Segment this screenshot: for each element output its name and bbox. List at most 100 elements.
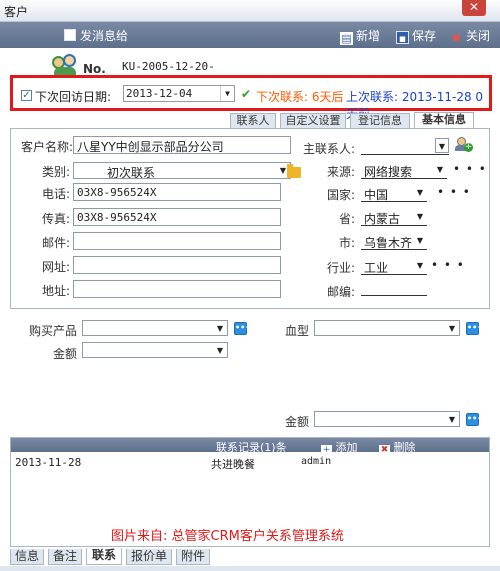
amount-label: 金额 [52,347,77,361]
main-contact-select[interactable]: ▼ [361,138,449,155]
tab-info[interactable]: 信息 [10,549,44,565]
industry-more-button[interactable]: • • • [431,258,465,272]
country-label: 国家: [326,188,355,202]
check-icon: ✔ [241,87,252,101]
fax-field[interactable]: 03X8-956524X [73,208,281,226]
chevron-down-icon[interactable]: ▼ [213,321,227,336]
blood-type-select[interactable]: ▼ [314,320,460,336]
contact-records-panel: 联系记录(1)条 + 添加 ✖ 删除 2013-11-28 共进晚餐 admin… [10,437,490,547]
fax-label: 传真: [41,212,70,226]
city-label: 市: [338,236,355,250]
tab-basic-info[interactable]: 基本信息 [414,112,474,129]
city-value: 乌鲁木齐 [364,236,413,250]
followup-date-picker[interactable]: 2013-12-04 ▼ [123,85,235,102]
next-contact-text: 下次联系: 6天后 [256,90,344,104]
top-tabs: 联系人 自定义设置 登记信息 基本信息 [10,112,490,129]
add-record-button[interactable]: + 添加 [321,439,358,455]
contact-records-title: 联系记录(1)条 [216,441,287,454]
add-contact-icon[interactable]: + [455,137,473,153]
delete-record-button[interactable]: ✖ 删除 [379,439,416,455]
industry-select[interactable]: 工业 ▼ [361,258,427,275]
country-select[interactable]: 中国 ▼ [361,185,427,202]
source-value: 网络搜索 [364,165,413,179]
save-icon: ▪ [396,31,409,45]
record-user: admin [301,456,332,467]
add-icon: + [321,445,332,455]
amount2-select[interactable]: ▼ [314,411,460,427]
tab-registration-info[interactable]: 登记信息 [350,113,410,128]
city-select[interactable]: 乌鲁木齐 ▼ [361,233,427,250]
amount2-more-button[interactable]: ••• [466,413,482,426]
chevron-down-icon[interactable]: ▼ [445,321,459,336]
blood-type-label: 血型 [284,324,309,338]
send-message-checkbox[interactable] [64,29,76,41]
country-value: 中国 [364,188,389,202]
purchase-more-button[interactable]: ••• [234,322,250,335]
chevron-down-icon[interactable]: ▼ [435,138,449,153]
tab-attachments[interactable]: 附件 [176,549,210,565]
address-field[interactable] [73,280,281,298]
basic-info-form: 客户名称: 八星YY中创显示部品分公司 类别: 初次联系 ▼ 电话: 03X8-… [10,128,490,309]
chevron-down-icon[interactable]: ▼ [413,209,427,224]
tab-contact[interactable]: 联系 [86,548,122,565]
chevron-down-icon[interactable]: ▼ [413,185,427,200]
purchase-product-select[interactable]: ▼ [82,320,228,336]
customer-name-label: 客户名称: [20,140,73,154]
tab-notes[interactable]: 备注 [48,549,82,565]
send-message-label: 发消息给 [80,29,129,43]
source-more-button[interactable]: • • • [453,162,487,176]
record-header: No. KU-2005-12-20-00001 [0,48,500,87]
source-label: 来源: [326,165,355,179]
industry-value: 工业 [364,261,389,275]
chevron-down-icon[interactable]: ▼ [445,412,459,427]
title-bar: 客户 ✕ [0,0,500,22]
amount-select[interactable]: ▼ [82,342,228,358]
industry-label: 行业: [326,261,355,275]
phone-field[interactable]: 03X8-956524X [73,183,281,201]
chevron-down-icon[interactable]: ▼ [220,86,234,101]
bottom-tabs: 信息 备注 联系 报价单 附件 [10,548,490,565]
record-subject: 共进晚餐 [211,458,255,471]
new-button[interactable]: ▤ 新增 [340,27,380,45]
new-icon: ▤ [340,32,353,45]
followup-date-label: 下次回访日期: [35,90,112,104]
country-more-button[interactable]: • • • [437,185,471,199]
bottom-strip [0,566,500,571]
followup-date-value: 2013-12-04 [126,87,193,100]
close-icon: ✖ [451,32,462,45]
customer-name-field[interactable]: 八星YY中创显示部品分公司 [73,136,291,154]
email-field[interactable] [73,232,281,250]
blood-more-button[interactable]: ••• [466,322,482,335]
amount2-label: 金额 [284,415,309,429]
tab-contacts[interactable]: 联系人 [230,113,276,128]
chevron-down-icon[interactable]: ▼ [413,233,427,248]
delete-icon: ✖ [379,445,390,455]
source-select[interactable]: 网络搜索 ▼ [361,162,447,179]
email-label: 邮件: [41,236,70,250]
window-title: 客户 [4,5,29,19]
website-field[interactable] [73,256,281,274]
purchase-product-label: 购买产品 [28,324,77,338]
website-label: 网址: [41,260,70,274]
postcode-label: 邮编: [326,285,355,299]
tab-quotation[interactable]: 报价单 [126,549,172,565]
followup-checkbox[interactable]: ✓ [21,90,32,101]
toolbar: 发消息给 ▤ 新增 ▪ 保存 ✖ 关闭 [0,22,500,48]
save-button[interactable]: ▪ 保存 [396,27,436,45]
window-close-button[interactable]: ✕ [462,0,486,16]
table-row[interactable]: 2013-11-28 共进晚餐 admin [15,456,485,471]
record-date: 2013-11-28 [15,456,82,469]
chevron-down-icon[interactable]: ▼ [433,162,447,177]
contact-records-header: 联系记录(1)条 + 添加 ✖ 删除 [11,438,489,455]
province-select[interactable]: 内蒙古 ▼ [361,209,427,226]
close-button[interactable]: ✖ 关闭 [450,27,490,45]
chevron-down-icon[interactable]: ▼ [213,343,227,358]
province-value: 内蒙古 [364,212,401,226]
category-label: 类别: [41,165,70,179]
postcode-field[interactable] [361,280,427,296]
tab-custom-settings[interactable]: 自定义设置 [280,113,346,128]
record-no-label: No. [83,62,106,76]
category-select[interactable]: 初次联系 ▼ [73,162,291,180]
followup-highlight-box: ✓ 下次回访日期: 2013-12-04 ▼ ✔ 下次联系: 6天后 上次联系:… [10,75,492,121]
chevron-down-icon[interactable]: ▼ [413,258,427,273]
